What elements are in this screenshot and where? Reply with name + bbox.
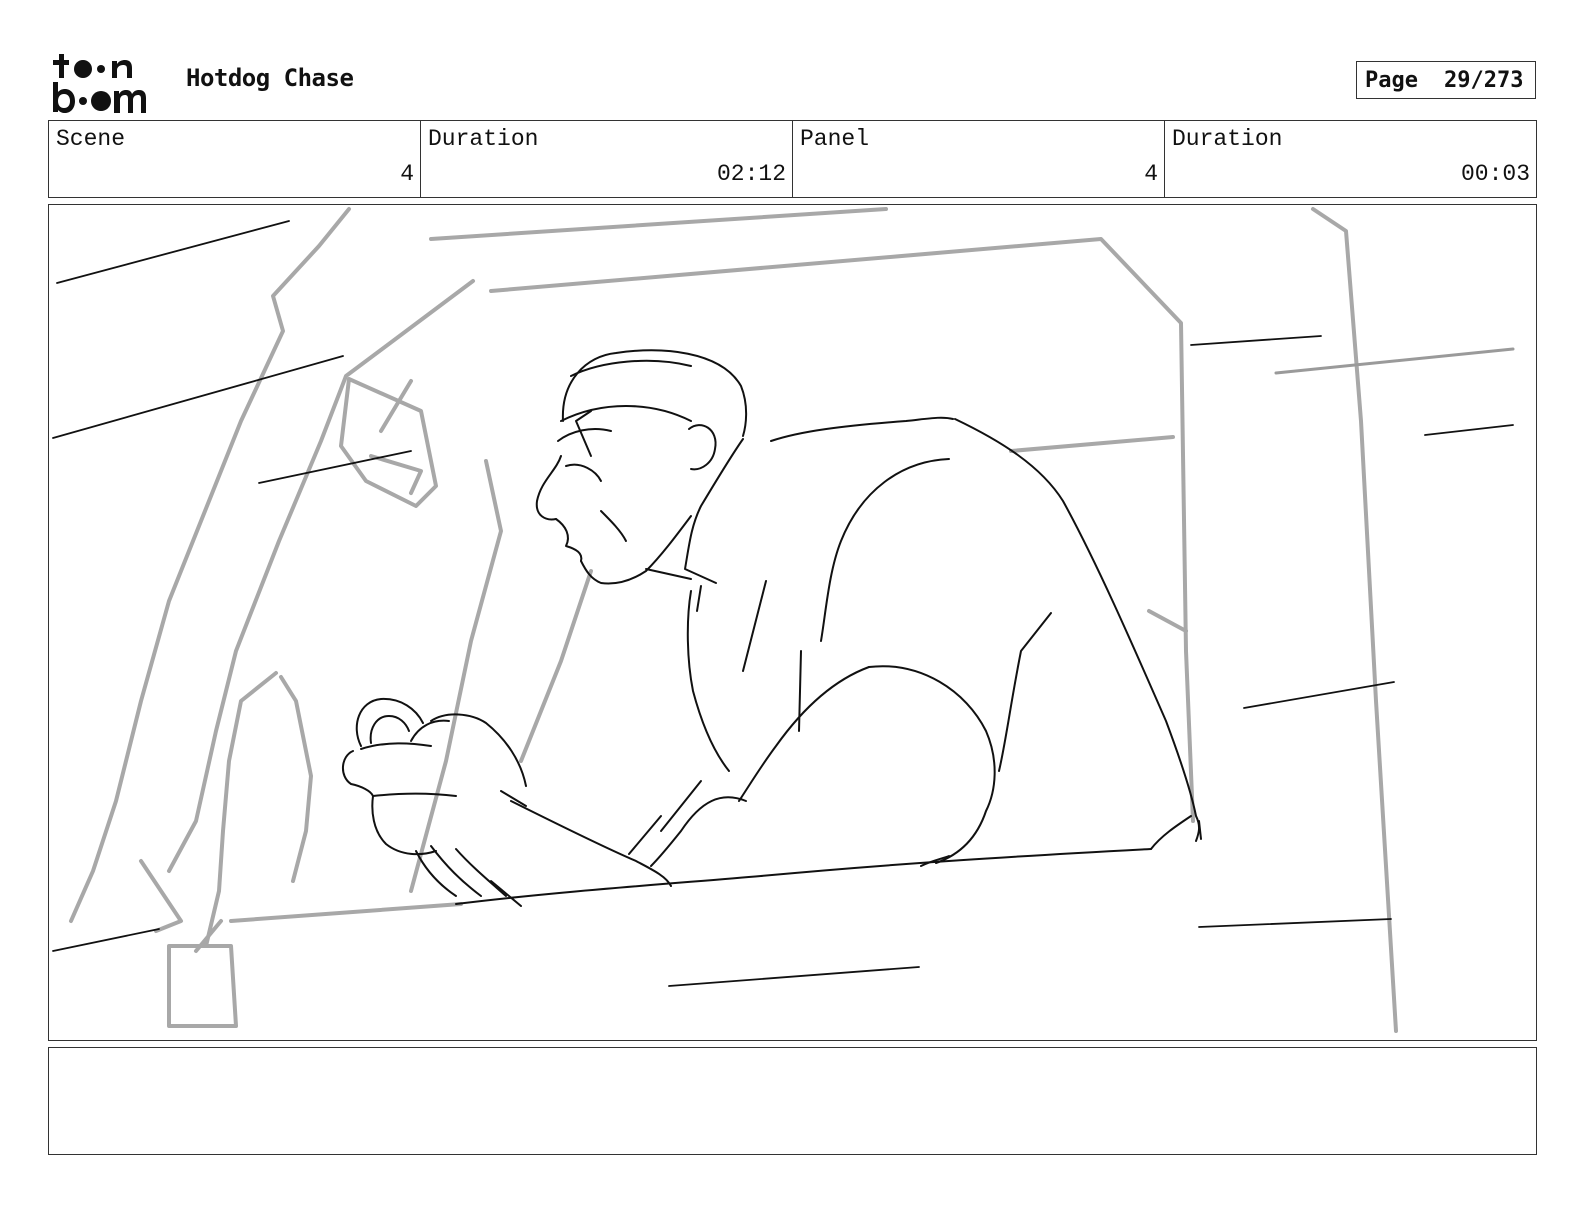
scene-cell: Scene 4 [49,121,421,197]
scene-value: 4 [400,161,414,187]
panel-notes [48,1047,1537,1155]
project-title: Hotdog Chase [186,64,354,92]
storyboard-panel [48,204,1537,1041]
scene-duration-value: 02:12 [716,161,786,187]
driver-figure [342,349,1202,907]
panel-info-row: Scene 4 Duration 02:12 Panel 4 Duration … [48,120,1537,198]
panel-sketch [52,207,1515,1033]
speed-lines-grey [1274,347,1515,375]
panel-duration-value: 00:03 [1460,161,1530,187]
speed-lines [52,220,1514,987]
panel-cell: Panel 4 [793,121,1165,197]
panel-label: Panel [800,126,870,152]
page-indicator: Page 29/273 [1356,61,1536,99]
scene-duration-label: Duration [428,126,539,152]
scene-label: Scene [56,126,126,152]
panel-duration-label: Duration [1172,126,1283,152]
page-number: 29/273 [1443,67,1524,93]
scene-duration-cell: Duration 02:12 [421,121,793,197]
page-label: Page [1365,67,1418,93]
panel-duration-cell: Duration 00:03 [1165,121,1536,197]
panel-value: 4 [1144,161,1158,187]
toon-boom-logo [53,54,146,113]
truck-cab-lines [69,207,1398,1033]
